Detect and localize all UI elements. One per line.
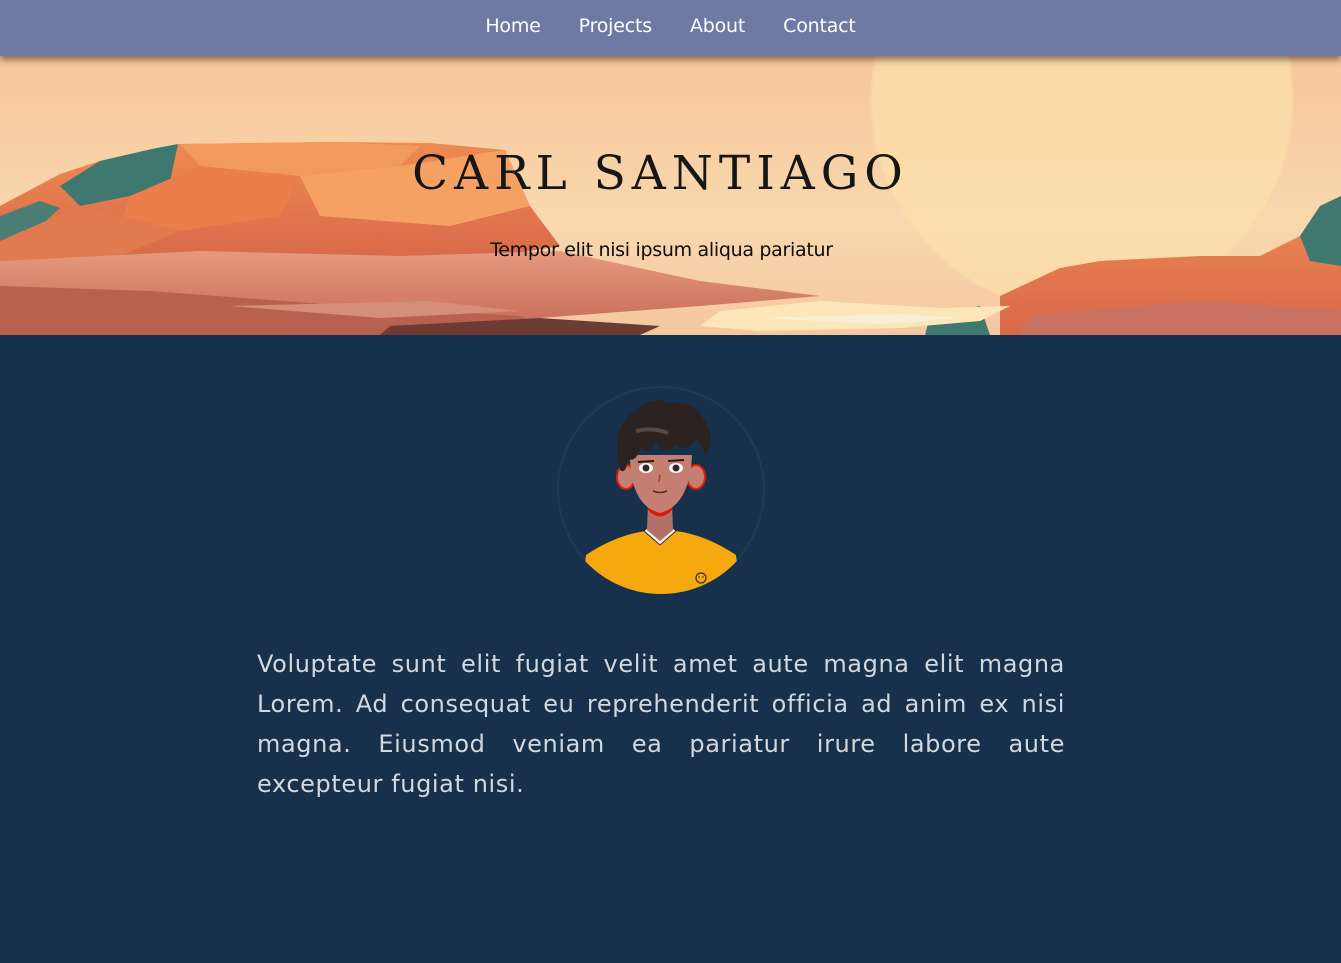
top-navbar: Home Projects About Contact	[0, 0, 1341, 56]
avatar	[557, 386, 765, 594]
nav-link-about[interactable]: About	[690, 15, 745, 37]
about-section: Voluptate sunt elit fugiat velit amet au…	[0, 335, 1341, 963]
hero-title: CARL SANTIAGO	[412, 146, 909, 201]
hero-banner: CARL SANTIAGO Tempor elit nisi ipsum ali…	[0, 56, 1341, 335]
nav-link-home[interactable]: Home	[485, 15, 541, 37]
hero-subtitle: Tempor elit nisi ipsum aliqua pariatur	[490, 239, 833, 261]
nav-link-contact[interactable]: Contact	[783, 15, 856, 37]
nav-link-projects[interactable]: Projects	[579, 15, 653, 37]
bio-paragraph: Voluptate sunt elit fugiat velit amet au…	[257, 650, 1065, 798]
